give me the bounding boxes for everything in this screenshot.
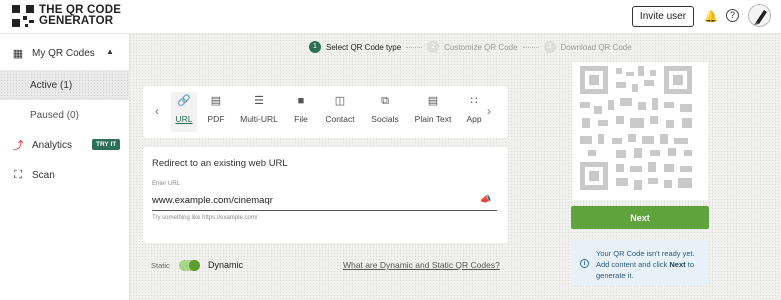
step-3-number: 3 (543, 41, 556, 53)
step-divider (406, 46, 423, 48)
pen-avatar-icon (754, 10, 767, 25)
top-bar: THE QR CODE GENERATOR Invite user 🔔 ? (0, 0, 781, 34)
sidebar-item-paused[interactable]: Paused (0) (0, 100, 130, 130)
sidebar-item-my-qr-codes[interactable]: ▦ My QR Codes ▲ (0, 38, 130, 68)
megaphone-icon[interactable]: 📣 (480, 194, 491, 205)
tab-label: Multi-URL (240, 114, 278, 124)
dynamic-toggle[interactable] (179, 260, 200, 271)
avatar[interactable] (748, 4, 771, 27)
help-icon[interactable]: ? (726, 9, 739, 22)
chevron-up-icon[interactable]: ▲ (106, 47, 114, 56)
tab-label: File (294, 114, 308, 124)
sidebar-item-scan[interactable]: ⛶ Scan (0, 160, 130, 190)
qr-type-selector: ‹ 🔗 URL ▤ PDF ☰ Multi-URL ■ File ◫ Conta… (143, 86, 508, 138)
dynamic-label: Dynamic (208, 260, 244, 270)
tab-url[interactable]: 🔗 URL (171, 92, 197, 132)
logo-text: THE QR CODE GENERATOR (39, 4, 121, 27)
step-2-label: Customize QR Code (444, 42, 518, 52)
invite-user-button[interactable]: Invite user (632, 6, 694, 27)
qr-logo-icon (12, 5, 34, 27)
tab-multi-url[interactable]: ☰ Multi-URL (239, 92, 279, 132)
sidebar-item-label: Active (1) (30, 79, 73, 91)
dynamic-static-info-link[interactable]: What are Dynamic and Static QR Codes? (343, 260, 500, 270)
scan-icon: ⛶ (14, 168, 22, 181)
sidebar-item-label: Scan (32, 169, 55, 181)
static-dynamic-toggle-row: Static Dynamic What are Dynamic and Stat… (151, 258, 501, 274)
url-input[interactable] (152, 191, 497, 211)
tab-label: Plain Text (414, 114, 452, 124)
share-icon: ⧉ (381, 95, 389, 107)
folder-icon: ■ (297, 95, 305, 107)
sidebar: ▦ My QR Codes ▲ Active (1) Paused (0) ⤴ … (0, 34, 130, 300)
sidebar-item-label: Analytics (32, 139, 73, 151)
tab-plain-text[interactable]: ▤ Plain Text (414, 92, 452, 132)
step-1-label: Select QR Code type (326, 42, 402, 52)
tab-socials[interactable]: ⧉ Socials (370, 92, 400, 132)
logo-line-2: GENERATOR (39, 15, 114, 27)
step-3-label: Download QR Code (560, 42, 632, 52)
chevron-left-icon[interactable]: ‹ (155, 104, 159, 118)
logo[interactable]: THE QR CODE GENERATOR (12, 4, 121, 27)
info-box: i Your QR Code isn't ready yet. Add cont… (571, 240, 709, 286)
url-form-card: Redirect to an existing web URL Enter UR… (143, 147, 508, 243)
step-2-number: 2 (427, 41, 440, 53)
contact-card-icon: ◫ (334, 95, 346, 107)
document-icon: ▤ (427, 95, 439, 107)
qr-placeholder-icon (580, 66, 692, 190)
url-field-label: Enter URL (152, 181, 181, 187)
tab-contact[interactable]: ◫ Contact (325, 92, 355, 132)
stepper: 1 Select QR Code type 2 Customize QR Cod… (309, 40, 632, 54)
qr-preview (572, 62, 708, 200)
tab-label: URL (175, 114, 193, 124)
tab-app[interactable]: ∷ App (465, 92, 483, 132)
step-divider (522, 46, 539, 48)
info-text: Your QR Code isn't ready yet. Add conten… (596, 248, 706, 281)
list-icon: ☰ (254, 95, 264, 107)
url-form-title: Redirect to an existing web URL (152, 158, 288, 169)
sidebar-item-active[interactable]: Active (1) (0, 70, 130, 100)
next-button[interactable]: Next (571, 206, 709, 229)
info-icon: i (580, 259, 589, 268)
tab-pdf[interactable]: ▤ PDF (203, 92, 229, 132)
analytics-icon: ⤴ (12, 140, 24, 152)
url-hint: Try something like https://example.com/ (152, 215, 258, 221)
chevron-right-icon[interactable]: › (487, 104, 491, 118)
sidebar-item-label: Paused (0) (30, 109, 79, 121)
qr-grid-icon: ▦ (12, 47, 24, 60)
link-icon: 🔗 (177, 95, 191, 107)
tab-label: App (466, 114, 482, 124)
tab-label: Socials (371, 114, 399, 124)
info-text-bold: Next (669, 260, 686, 269)
bell-icon[interactable]: 🔔 (704, 10, 718, 23)
tab-label: Contact (325, 114, 355, 124)
tab-file[interactable]: ■ File (289, 92, 313, 132)
apps-grid-icon: ∷ (470, 95, 478, 107)
try-it-badge: TRY IT (92, 139, 121, 150)
tab-label: PDF (207, 114, 225, 124)
sidebar-item-label: My QR Codes (32, 47, 95, 59)
step-1-number: 1 (309, 41, 321, 53)
toggle-knob (189, 260, 200, 271)
static-label: Static (151, 261, 170, 270)
sidebar-item-analytics[interactable]: ⤴ Analytics TRY IT (0, 130, 130, 160)
pdf-icon: ▤ (210, 95, 222, 107)
